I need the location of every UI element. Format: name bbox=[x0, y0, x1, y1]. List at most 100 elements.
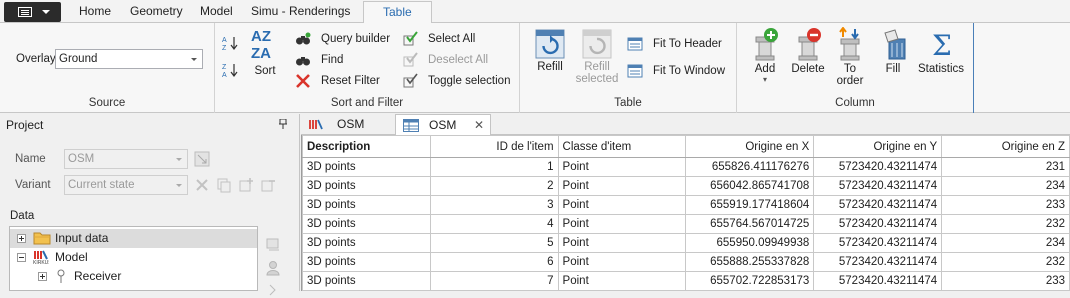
add-column-button[interactable]: Add ▾ bbox=[749, 27, 781, 84]
to-order-button[interactable]: To order bbox=[834, 27, 866, 87]
cell-description[interactable]: 3D points bbox=[302, 195, 431, 215]
variant-add-icon[interactable] bbox=[238, 177, 254, 193]
table-row[interactable]: 3D points 7 Point 655702.722853173 5723420.4… bbox=[302, 271, 1070, 291]
cell-description[interactable]: 3D points bbox=[302, 214, 431, 234]
sort-button[interactable]: AZ ZA Sort bbox=[247, 27, 283, 77]
column-header-item-class[interactable]: Classe d'item bbox=[557, 135, 687, 158]
cell-description[interactable]: 3D points bbox=[302, 157, 431, 177]
cell-origin-x[interactable]: 655826.411176276 bbox=[685, 157, 815, 177]
expand-icon[interactable] bbox=[38, 272, 47, 281]
table-row[interactable]: 3D points 4 Point 655764.567014725 5723420.4… bbox=[302, 214, 1070, 234]
variant-select[interactable]: Current state bbox=[64, 175, 188, 195]
user-icon[interactable] bbox=[265, 260, 281, 276]
expand-panel-icon[interactable] bbox=[265, 282, 281, 298]
cell-item-class[interactable]: Point bbox=[557, 157, 687, 177]
tab-simu-renderings[interactable]: Simu - Renderings bbox=[251, 4, 350, 18]
cell-origin-x[interactable]: 655888.255337828 bbox=[685, 252, 815, 272]
find-button[interactable]: Find bbox=[321, 54, 343, 66]
layer-tool-icon[interactable] bbox=[265, 236, 281, 252]
select-all-button[interactable]: Select All bbox=[428, 33, 475, 45]
cell-origin-y[interactable]: 5723420.43211474 bbox=[813, 233, 943, 253]
cell-origin-z[interactable]: 232 bbox=[941, 214, 1070, 234]
name-select[interactable]: OSM bbox=[64, 149, 188, 169]
project-settings-icon[interactable] bbox=[194, 151, 210, 167]
cell-description[interactable]: 3D points bbox=[302, 271, 431, 291]
expand-icon[interactable] bbox=[17, 234, 26, 243]
tab-home[interactable]: Home bbox=[79, 4, 111, 18]
cell-origin-y[interactable]: 5723420.43211474 bbox=[813, 195, 943, 215]
cell-item-class[interactable]: Point bbox=[557, 233, 687, 253]
close-icon[interactable]: ✕ bbox=[474, 118, 484, 132]
tab-geometry[interactable]: Geometry bbox=[130, 4, 183, 18]
cell-origin-y[interactable]: 5723420.43211474 bbox=[813, 214, 943, 234]
table-row[interactable]: 3D points 1 Point 655826.411176276 5723420.4… bbox=[302, 157, 1070, 177]
toggle-selection-button[interactable]: Toggle selection bbox=[428, 75, 510, 87]
tree-item-input-data[interactable]: Input data bbox=[10, 229, 257, 248]
cell-origin-y[interactable]: 5723420.43211474 bbox=[813, 157, 943, 177]
application-menu-button[interactable] bbox=[4, 2, 61, 22]
pin-icon[interactable] bbox=[279, 119, 287, 129]
tree-item-receiver[interactable]: Receiver bbox=[10, 267, 257, 286]
cell-description[interactable]: 3D points bbox=[302, 252, 431, 272]
cell-origin-y[interactable]: 5723420.43211474 bbox=[813, 271, 943, 291]
cell-origin-x[interactable]: 655950.09949938 bbox=[685, 233, 815, 253]
cell-origin-z[interactable]: 233 bbox=[941, 195, 1070, 215]
cell-item-id[interactable]: 4 bbox=[429, 214, 559, 234]
table-row[interactable]: 3D points 6 Point 655888.255337828 5723420.4… bbox=[302, 252, 1070, 272]
fill-button[interactable]: Fill bbox=[879, 27, 907, 75]
cell-item-id[interactable]: 3 bbox=[429, 195, 559, 215]
cell-item-class[interactable]: Point bbox=[557, 252, 687, 272]
tab-table[interactable]: Table bbox=[363, 1, 432, 24]
column-header-origin-x[interactable]: Origine en X bbox=[685, 135, 815, 158]
cell-item-id[interactable]: 2 bbox=[429, 176, 559, 196]
cell-origin-y[interactable]: 5723420.43211474 bbox=[813, 252, 943, 272]
cell-item-id[interactable]: 7 bbox=[429, 271, 559, 291]
column-header-item-id[interactable]: ID de l'item bbox=[429, 135, 559, 158]
cell-origin-z[interactable]: 234 bbox=[941, 176, 1070, 196]
cell-origin-z[interactable]: 234 bbox=[941, 233, 1070, 253]
cell-item-class[interactable]: Point bbox=[557, 214, 687, 234]
table-row[interactable]: 3D points 3 Point 655919.177418604 5723420.4… bbox=[302, 195, 1070, 215]
column-header-origin-y[interactable]: Origine en Y bbox=[813, 135, 943, 158]
cell-item-class[interactable]: Point bbox=[557, 195, 687, 215]
cell-origin-x[interactable]: 655702.722853173 bbox=[685, 271, 815, 291]
doc-tab-osm-map[interactable]: OSM bbox=[305, 114, 395, 135]
fit-to-header-button[interactable]: Fit To Header bbox=[653, 38, 722, 50]
table-row[interactable]: 3D points 2 Point 656042.865741708 5723420.4… bbox=[302, 176, 1070, 196]
doc-tab-osm-table[interactable]: OSM ✕ bbox=[395, 114, 491, 135]
cell-item-class[interactable]: Point bbox=[557, 176, 687, 196]
refill-selected-button[interactable]: Refill selected bbox=[572, 29, 622, 85]
table-row[interactable]: 3D points 5 Point 655950.09949938 5723420.43… bbox=[302, 233, 1070, 253]
cell-origin-x[interactable]: 656042.865741708 bbox=[685, 176, 815, 196]
reset-filter-button[interactable]: Reset Filter bbox=[321, 75, 380, 87]
cell-origin-x[interactable]: 655764.567014725 bbox=[685, 214, 815, 234]
sort-ascending-icon[interactable]: A Z bbox=[222, 35, 238, 51]
cell-origin-x[interactable]: 655919.177418604 bbox=[685, 195, 815, 215]
cell-origin-z[interactable]: 232 bbox=[941, 252, 1070, 272]
delete-column-button[interactable]: Delete bbox=[789, 27, 827, 75]
deselect-all-button[interactable]: Deselect All bbox=[428, 54, 488, 66]
query-builder-button[interactable]: Query builder bbox=[321, 33, 390, 45]
cell-origin-y[interactable]: 5723420.43211474 bbox=[813, 176, 943, 196]
cell-origin-z[interactable]: 233 bbox=[941, 271, 1070, 291]
variant-copy-icon[interactable] bbox=[216, 177, 232, 193]
column-header-origin-z[interactable]: Origine en Z bbox=[941, 135, 1070, 158]
overlay-select[interactable]: Ground bbox=[55, 49, 203, 69]
column-header-description[interactable]: Description bbox=[302, 135, 431, 158]
collapse-icon[interactable] bbox=[17, 253, 26, 262]
tree-item-model[interactable]: KIRKUS Model bbox=[10, 248, 257, 267]
sort-descending-icon[interactable]: Z A bbox=[222, 62, 238, 78]
refill-button[interactable]: Refill bbox=[532, 29, 568, 73]
cell-origin-z[interactable]: 231 bbox=[941, 157, 1070, 177]
cell-description[interactable]: 3D points bbox=[302, 176, 431, 196]
cell-description[interactable]: 3D points bbox=[302, 233, 431, 253]
variant-tool-1-icon[interactable] bbox=[194, 177, 210, 193]
fit-to-window-button[interactable]: Fit To Window bbox=[653, 65, 725, 77]
cell-item-id[interactable]: 6 bbox=[429, 252, 559, 272]
tab-model[interactable]: Model bbox=[200, 4, 233, 18]
variant-remove-icon[interactable] bbox=[260, 177, 276, 193]
cell-item-id[interactable]: 5 bbox=[429, 233, 559, 253]
cell-item-id[interactable]: 1 bbox=[429, 157, 559, 177]
statistics-button[interactable]: Σ Statistics bbox=[916, 27, 966, 75]
cell-item-class[interactable]: Point bbox=[557, 271, 687, 291]
